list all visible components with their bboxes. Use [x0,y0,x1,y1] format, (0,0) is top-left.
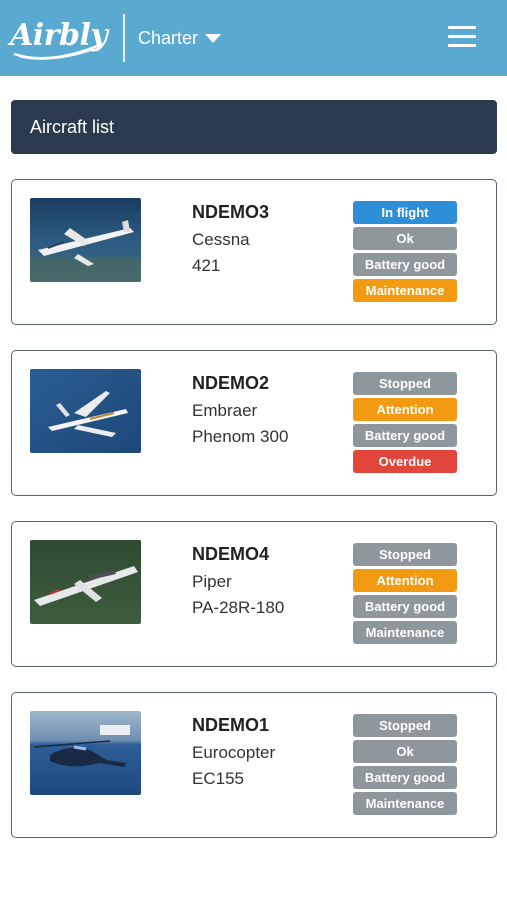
status-badge: Attention [353,398,457,421]
aircraft-model: EC155 [192,769,244,788]
aircraft-photo [30,540,141,624]
aircraft-card[interactable]: NDEMO4 Piper PA-28R-180 Stopped Attentio… [11,521,497,667]
aircraft-model: Phenom 300 [192,427,289,446]
aircraft-photo [30,711,141,795]
hamburger-menu-icon[interactable] [448,24,478,48]
aircraft-make: Embraer [192,401,258,420]
brand-logo[interactable]: Airbly [10,14,108,62]
aircraft-registration: NDEMO1 [192,715,270,735]
status-badges: Stopped Attention Battery good Overdue [353,372,457,476]
status-badge: In flight [353,201,457,224]
status-badge: Maintenance [353,279,457,302]
status-badge: Maintenance [353,621,457,644]
aircraft-model: 421 [192,256,221,275]
aircraft-make: Piper [192,572,232,591]
status-badge: Ok [353,227,457,250]
aircraft-card[interactable]: NDEMO2 Embraer Phenom 300 Stopped Attent… [11,350,497,496]
status-badge: Ok [353,740,457,763]
status-badge: Battery good [353,424,457,447]
status-badge: Maintenance [353,792,457,815]
status-badges: Stopped Attention Battery good Maintenan… [353,543,457,647]
section-label: Charter [138,27,199,48]
aircraft-photo [30,198,141,282]
status-badge: Attention [353,569,457,592]
page-title: Aircraft list [11,100,497,154]
aircraft-photo [30,369,141,453]
app-header: Airbly Charter [0,0,507,76]
status-badges: In flight Ok Battery good Maintenance [353,201,457,305]
aircraft-make: Cessna [192,230,250,249]
status-badge: Stopped [353,543,457,566]
aircraft-registration: NDEMO4 [192,544,270,564]
aircraft-registration: NDEMO2 [192,373,270,393]
aircraft-card[interactable]: NDEMO1 Eurocopter EC155 Stopped Ok Batte… [11,692,497,838]
header-divider [123,14,125,62]
status-badge: Battery good [353,253,457,276]
aircraft-make: Eurocopter [192,743,276,762]
brand-name: Airbly [10,18,108,53]
chevron-down-icon [205,33,222,43]
status-badge: Overdue [353,450,457,473]
aircraft-list-title: Aircraft list [30,116,115,137]
aircraft-registration: NDEMO3 [192,202,270,222]
status-badge: Battery good [353,595,457,618]
aircraft-model: PA-28R-180 [192,598,285,617]
status-badge: Stopped [353,714,457,737]
status-badge: Battery good [353,766,457,789]
status-badge: Stopped [353,372,457,395]
section-dropdown[interactable]: Charter [138,24,222,52]
aircraft-card[interactable]: NDEMO3 Cessna 421 In flight Ok Battery g… [11,179,497,325]
status-badges: Stopped Ok Battery good Maintenance [353,714,457,818]
